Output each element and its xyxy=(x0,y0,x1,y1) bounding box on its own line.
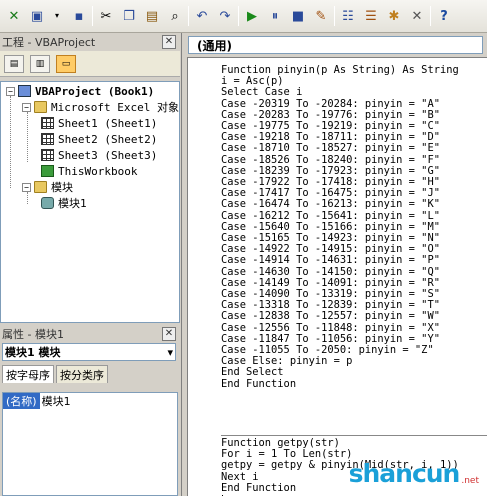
toolbar-separator xyxy=(238,6,239,26)
tree-line xyxy=(27,112,28,162)
tree-label: Sheet3 (Sheet3) xyxy=(58,148,158,162)
tree-label: ThisWorkbook xyxy=(58,164,138,178)
design-mode-icon[interactable]: ✎ xyxy=(311,6,331,26)
tab-categorized[interactable]: 按分类序 xyxy=(56,365,108,383)
property-name: (名称) xyxy=(3,392,40,409)
run-icon[interactable]: ▶ xyxy=(242,6,262,26)
chevron-down-icon[interactable]: ▾ xyxy=(47,6,67,26)
code-window-header: (通用) xyxy=(182,33,487,57)
toolbar-separator xyxy=(430,6,431,26)
worksheet-icon xyxy=(41,117,54,129)
tree-node-sheet1[interactable]: Sheet1 (Sheet1) xyxy=(41,115,157,131)
watermark-logo: shancun .net xyxy=(349,459,479,488)
toolbar-separator xyxy=(188,6,189,26)
excel-icon[interactable]: ✕ xyxy=(4,6,24,26)
toolbar-separator xyxy=(92,6,93,26)
tree-label: 模块1 xyxy=(58,197,87,210)
property-value[interactable]: 模块1 xyxy=(40,393,71,409)
tree-node-modules[interactable]: − 模块 xyxy=(22,179,73,195)
property-row[interactable]: (名称) 模块1 xyxy=(3,392,177,409)
tree-node-thisworkbook[interactable]: ThisWorkbook xyxy=(41,163,137,179)
save-icon[interactable]: ▪ xyxy=(69,6,89,26)
collapse-icon[interactable]: − xyxy=(22,182,31,192)
procedure-separator xyxy=(221,435,487,436)
project-explorer-titlebar: 工程 - VBAProject ✕ xyxy=(0,33,180,51)
tree-node-project[interactable]: − VBAProject (Book1) xyxy=(6,83,154,99)
folder-icon xyxy=(34,101,47,113)
close-icon[interactable]: ✕ xyxy=(162,35,176,49)
folder-icon xyxy=(34,181,47,193)
find-icon[interactable]: ⌕ xyxy=(165,6,185,26)
paste-icon[interactable]: ▤ xyxy=(142,6,162,26)
tree-label: Microsoft Excel 对象 xyxy=(51,101,179,114)
tree-line xyxy=(10,96,11,188)
tree-label: Sheet2 (Sheet2) xyxy=(58,132,158,146)
standard-toolbar: ✕ ▣ ▾ ▪ ✂ ❐ ▤ ⌕ ↶ ↷ ▶ ⏸ ■ ✎ ☷ ☰ ✱ ✕ ? xyxy=(0,0,487,33)
collapse-icon[interactable]: − xyxy=(22,102,31,112)
code-editor[interactable]: Function pinyin(p As String) As String i… xyxy=(187,57,487,496)
tree-node-sheet3[interactable]: Sheet3 (Sheet3) xyxy=(41,147,157,163)
tab-alphabetic[interactable]: 按字母序 xyxy=(2,365,54,383)
toolbar-separator xyxy=(334,6,335,26)
properties-icon[interactable]: ☰ xyxy=(361,6,381,26)
properties-grid: (名称) 模块1 xyxy=(2,392,178,496)
worksheet-icon xyxy=(41,133,54,145)
view-object-icon[interactable]: ▥ xyxy=(30,54,50,73)
tree-node-excel-objects[interactable]: − Microsoft Excel 对象 xyxy=(22,99,179,115)
worksheet-icon xyxy=(41,149,54,161)
object-browser-icon[interactable]: ✱ xyxy=(384,6,404,26)
chevron-down-icon[interactable]: ▾ xyxy=(167,346,173,359)
vba-project-icon xyxy=(18,85,31,97)
close-icon[interactable]: ✕ xyxy=(162,327,176,341)
project-tree: − VBAProject (Book1) − Microsoft Excel 对… xyxy=(0,81,180,323)
module-icon xyxy=(41,197,54,209)
tree-node-sheet2[interactable]: Sheet2 (Sheet2) xyxy=(41,131,157,147)
object-combo[interactable]: (通用) xyxy=(188,36,483,54)
tree-label: Sheet1 (Sheet1) xyxy=(58,116,158,130)
copy-icon[interactable]: ❐ xyxy=(119,6,139,26)
redo-icon[interactable]: ↷ xyxy=(215,6,235,26)
workbook-icon xyxy=(41,165,54,177)
properties-pane: 属性 - 模块1 ✕ 模块1 模块 ▾ 按字母序 按分类序 (名称) 模块1 xyxy=(0,325,180,496)
project-explorer-icon[interactable]: ☷ xyxy=(338,6,358,26)
project-explorer-toolbar: ▤ ▥ ▭ xyxy=(0,51,180,77)
object-select-value: 模块1 模块 xyxy=(5,346,61,359)
undo-icon[interactable]: ↶ xyxy=(192,6,212,26)
object-select[interactable]: 模块1 模块 ▾ xyxy=(2,343,176,361)
tree-node-module1[interactable]: 模块1 xyxy=(41,195,87,211)
toggle-folders-icon[interactable]: ▭ xyxy=(56,54,76,73)
reset-icon[interactable]: ■ xyxy=(288,6,308,26)
cut-icon[interactable]: ✂ xyxy=(96,6,116,26)
properties-tabs: 按字母序 按分类序 xyxy=(2,365,180,383)
properties-title: 属性 - 模块1 xyxy=(2,328,64,341)
tree-label: VBAProject (Book1) xyxy=(35,84,155,98)
watermark-suffix: .net xyxy=(461,476,479,486)
toolbox-icon[interactable]: ✕ xyxy=(407,6,427,26)
code-block-pinyin[interactable]: Function pinyin(p As String) As String i… xyxy=(221,64,459,390)
watermark-text: shancun xyxy=(348,459,461,488)
code-window: (通用) Function pinyin(p As String) As Str… xyxy=(181,33,487,496)
properties-titlebar: 属性 - 模块1 ✕ xyxy=(0,325,180,343)
tree-label: 模块 xyxy=(51,181,73,194)
insert-userform-icon[interactable]: ▣ xyxy=(27,6,47,26)
project-explorer-title: 工程 - VBAProject xyxy=(2,36,96,49)
view-code-icon[interactable]: ▤ xyxy=(4,54,24,73)
project-explorer-pane: 工程 - VBAProject ✕ ▤ ▥ ▭ − VBAProject (Bo… xyxy=(0,33,180,325)
collapse-icon[interactable]: − xyxy=(6,86,15,96)
break-icon[interactable]: ⏸ xyxy=(265,6,285,26)
help-icon[interactable]: ? xyxy=(434,6,454,26)
